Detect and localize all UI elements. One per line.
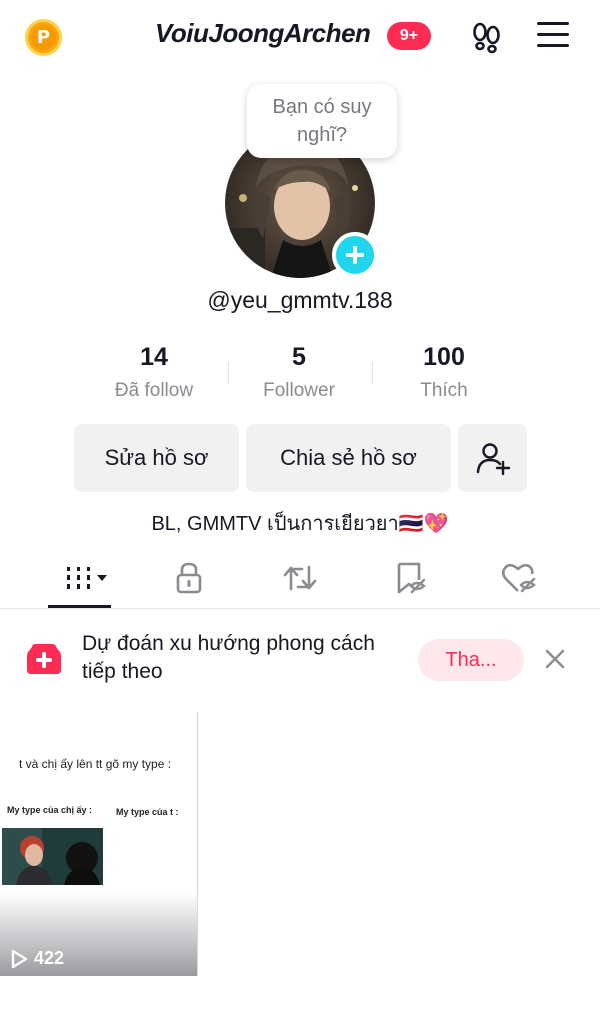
likes-label: Thích [420,380,468,401]
tab-reposts[interactable] [270,558,330,598]
followers-count: 5 [292,343,306,371]
profile-bio: BL, GMMTV เป็นการเยียวยา🇹🇭💖 [151,513,449,535]
active-tab-indicator [48,605,111,608]
add-friend-button[interactable] [458,424,527,492]
video-caption: t và chị ấy lên tt gõ my type : [19,757,172,771]
share-profile-button[interactable]: Chia sẻ hồ sơ [246,424,451,492]
add-story-button[interactable] [332,232,378,278]
view-count: 422 [10,948,64,969]
trend-promo-banner: Dự đoán xu hướng phong cách tiếp theo Th… [0,610,600,710]
followers-stat[interactable]: 5 Follower [229,343,369,402]
following-label: Đã follow [114,380,194,401]
edit-profile-button[interactable]: Sửa hồ sơ [74,424,239,492]
video-inset-image [2,828,103,885]
private-lock-icon [176,562,202,594]
profile-handle: @yeu_gmmtv.188 [207,287,393,313]
hamburger-menu-icon[interactable] [537,22,569,50]
stat-divider [372,362,373,384]
coin-icon[interactable]: P [25,19,62,56]
profile-screen: P VoiuJoongArchen 9+ Bạn có suy nghĩ? @y… [0,0,600,1018]
view-count-value: 422 [34,948,65,968]
tab-private[interactable] [159,558,219,598]
likes-count: 100 [423,343,465,371]
tab-videos[interactable] [55,558,115,598]
followers-label: Follower [263,380,335,401]
notification-badge: 9+ [387,22,431,50]
following-stat[interactable]: 14 Đã follow [84,343,224,402]
tab-favorites[interactable] [381,558,441,598]
content-tabs [0,550,600,609]
following-count: 14 [140,343,168,371]
favorites-icon [397,562,426,594]
repost-icon [283,565,317,591]
promo-add-icon [26,642,62,676]
play-icon [11,949,28,968]
videos-grid-icon [67,567,107,589]
video-label-left: My type của chị ấy : [7,805,93,815]
promo-join-button[interactable]: Tha... [418,639,524,681]
thought-bubble[interactable]: Bạn có suy nghĩ? [247,84,397,158]
plus-icon [346,246,364,264]
close-icon[interactable] [542,646,568,672]
liked-icon [501,563,536,593]
video-tile[interactable]: t và chị ấy lên tt gõ my type : My type … [0,712,198,976]
account-switcher[interactable]: VoiuJoongArchen [155,18,371,49]
top-bar: P VoiuJoongArchen 9+ [0,0,600,70]
likes-stat[interactable]: 100 Thích [374,343,514,402]
footprints-icon[interactable] [470,20,504,54]
tab-liked[interactable] [490,558,550,598]
coin-letter: P [31,25,56,50]
video-label-right: My type của t : [116,807,179,817]
add-user-icon [476,443,510,476]
promo-text: Dự đoán xu hướng phong cách tiếp theo [82,632,375,683]
